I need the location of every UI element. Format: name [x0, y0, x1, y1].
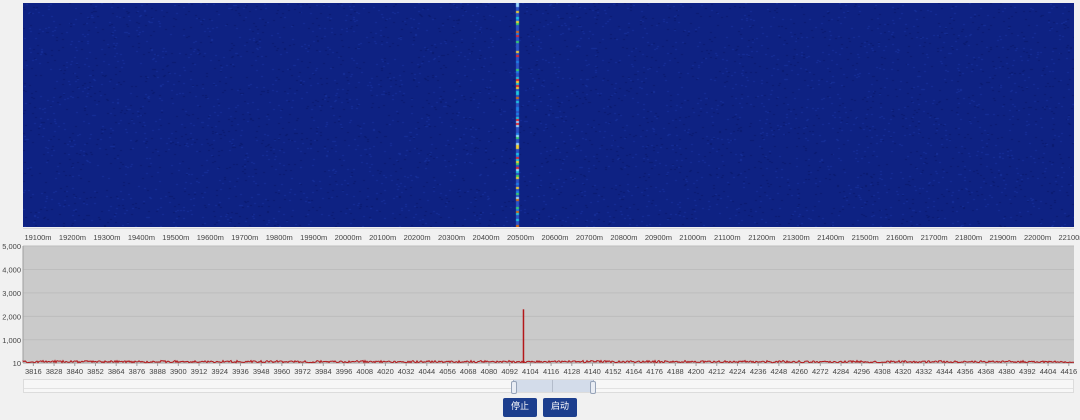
x-tick-label: 3852	[87, 367, 104, 376]
x-tick-label: 4272	[812, 367, 829, 376]
distance-tick-label: 20200m	[404, 233, 431, 242]
distance-tick-label: 21500m	[852, 233, 879, 242]
distance-tick-label: 20400m	[473, 233, 500, 242]
distance-tick-label: 20300m	[438, 233, 465, 242]
distance-tick-label: 21100m	[714, 233, 741, 242]
distance-tick-label: 21400m	[817, 233, 844, 242]
x-tick-label: 4404	[1040, 367, 1057, 376]
distance-tick-label: 20800m	[610, 233, 637, 242]
range-handle-left[interactable]	[511, 381, 517, 394]
y-tick-label: 10	[13, 359, 21, 368]
distance-tick-label: 22100m	[1058, 233, 1080, 242]
distance-tick-label: 21300m	[783, 233, 810, 242]
distance-tick-label: 19500m	[162, 233, 189, 242]
x-tick-label: 4164	[626, 367, 643, 376]
distance-tick-label: 21900m	[990, 233, 1017, 242]
y-tick-label: 2,000	[2, 312, 21, 321]
x-tick-label: 3936	[232, 367, 249, 376]
y-tick-label: 5,000	[2, 243, 21, 251]
chart-plot-area	[23, 246, 1074, 363]
x-tick-label: 4116	[543, 367, 559, 376]
x-tick-label: 4200	[688, 367, 705, 376]
y-tick-label: 3,000	[2, 289, 21, 298]
x-tick-label: 4224	[729, 367, 746, 376]
x-tick-label: 4308	[874, 367, 891, 376]
waterfall-heatmap	[23, 3, 1074, 227]
x-tick-label: 3960	[274, 367, 291, 376]
distance-tick-label: 20500m	[507, 233, 534, 242]
x-tick-label: 3996	[336, 367, 353, 376]
x-tick-label: 4320	[895, 367, 912, 376]
x-tick-label: 3912	[191, 367, 208, 376]
x-tick-label: 3864	[108, 367, 125, 376]
x-tick-label: 4284	[833, 367, 850, 376]
control-bar: 停止 启动	[0, 398, 1080, 417]
x-tick-label: 4236	[750, 367, 767, 376]
x-tick-label: 4152	[605, 367, 622, 376]
x-tick-label: 4248	[771, 367, 788, 376]
distance-tick-label: 20700m	[576, 233, 603, 242]
distance-tick-label: 19300m	[93, 233, 120, 242]
x-tick-label: 4032	[398, 367, 415, 376]
x-tick-label: 4068	[460, 367, 477, 376]
x-tick-label: 4008	[356, 367, 373, 376]
x-tick-label: 3888	[149, 367, 166, 376]
range-handle-right[interactable]	[590, 381, 596, 394]
x-tick-label: 3900	[170, 367, 187, 376]
x-tick-label: 4332	[916, 367, 933, 376]
distance-tick-label: 19100m	[24, 233, 51, 242]
x-tick-label: 4188	[667, 367, 684, 376]
x-tick-label: 3816	[25, 367, 42, 376]
distance-tick-label: 20900m	[645, 233, 672, 242]
distance-tick-label: 20100m	[369, 233, 396, 242]
range-slider[interactable]	[23, 379, 1074, 394]
x-tick-label: 4344	[936, 367, 953, 376]
distance-tick-label: 19600m	[197, 233, 224, 242]
amplitude-chart: 10 1,000 2,000 3,000 4,000 5,000 3816 3828 3840 3…	[2, 243, 1077, 376]
x-tick-label: 3840	[66, 367, 83, 376]
x-tick-label: 3972	[294, 367, 311, 376]
start-button[interactable]: 启动	[543, 398, 578, 417]
range-window-grip[interactable]	[552, 380, 553, 392]
range-slider-window[interactable]	[511, 380, 596, 394]
x-tick-label: 4260	[791, 367, 808, 376]
x-tick-label: 3924	[211, 367, 228, 376]
distance-tick-label: 20000m	[335, 233, 362, 242]
x-tick-label: 3948	[253, 367, 270, 376]
distance-tick-label: 22000m	[1024, 233, 1051, 242]
distance-tick-label: 21000m	[679, 233, 706, 242]
x-tick-label: 4380	[998, 367, 1015, 376]
x-tick-label: 3984	[315, 367, 332, 376]
x-tick-label: 4140	[584, 367, 601, 376]
x-tick-label: 4080	[481, 367, 498, 376]
distance-tick-label: 19900m	[300, 233, 327, 242]
x-tick-label: 4056	[439, 367, 456, 376]
distance-tick-label: 21800m	[955, 233, 982, 242]
distance-tick-label: 19700m	[231, 233, 258, 242]
distance-tick-label: 21700m	[921, 233, 948, 242]
distance-tick-label: 21200m	[748, 233, 775, 242]
x-tick-label: 4176	[646, 367, 663, 376]
x-tick-label: 4296	[853, 367, 870, 376]
x-tick-label: 4092	[501, 367, 518, 376]
distance-tick-label: 19400m	[128, 233, 155, 242]
x-tick-label: 3876	[129, 367, 146, 376]
x-tick-label: 4212	[708, 367, 725, 376]
x-tick-label: 4356	[957, 367, 974, 376]
x-tick-label: 4020	[377, 367, 394, 376]
y-tick-label: 4,000	[2, 265, 21, 274]
x-tick-label: 4392	[1019, 367, 1036, 376]
stop-button[interactable]: 停止	[502, 398, 537, 417]
x-tick-label: 4368	[978, 367, 995, 376]
x-tick-label: 3828	[46, 367, 63, 376]
x-tick-label: 4128	[563, 367, 580, 376]
y-tick-label: 1,000	[2, 336, 21, 345]
distance-tick-label: 21600m	[886, 233, 913, 242]
distance-tick-label: 19800m	[266, 233, 293, 242]
x-tick-label: 4416	[1060, 367, 1077, 376]
distance-tick-label: 19200m	[59, 233, 86, 242]
x-tick-label: 4044	[418, 367, 435, 376]
x-tick-label: 4104	[522, 367, 539, 376]
distance-tick-label: 20600m	[541, 233, 568, 242]
